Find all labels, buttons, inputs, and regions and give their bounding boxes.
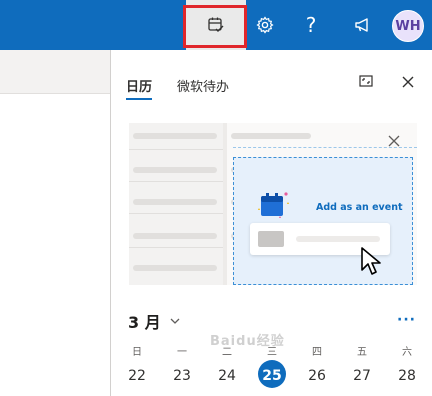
mail-pane [0,50,111,396]
day-cell[interactable]: 26 [300,365,334,387]
tab-calendar[interactable]: 日历 [126,76,152,95]
more-options-button[interactable]: ··· [397,312,416,328]
day-cell-today[interactable]: 25 [255,365,289,387]
settings-button[interactable] [250,0,280,50]
avatar[interactable]: WH [392,10,424,42]
day-cell[interactable]: 24 [210,365,244,387]
active-tab-indicator [126,98,152,100]
weekday-label: 五 [357,347,367,358]
day-cell[interactable]: 28 [390,365,424,387]
weekday-label: 四 [312,347,322,358]
gear-icon [256,16,274,34]
mail-pane-header [0,50,111,94]
illustration-list-column [129,123,223,285]
megaphone-icon [353,16,373,34]
chevron-down-icon[interactable] [169,312,181,331]
cursor-icon [360,246,386,282]
weekday-label: 日 [132,347,142,358]
my-day-button[interactable] [186,0,246,50]
close-icon [401,74,415,93]
drag-to-calendar-illustration: Add as an event [129,123,417,285]
calendar-check-icon [206,15,226,35]
weekday-label: 六 [402,347,412,358]
envelope-icon [258,231,284,247]
day-cell[interactable]: 23 [165,365,199,387]
day-cell[interactable]: 27 [345,365,379,387]
question-icon: ? [305,13,317,37]
month-label[interactable]: 3 月 [128,309,161,333]
watermark: Baidu经验 [210,334,285,349]
calendar-add-icon [258,188,292,226]
tab-todo[interactable]: 微软待办 [177,76,229,95]
event-drop-zone: Add as an event [233,157,413,285]
expand-icon [358,73,374,93]
illustration-close-icon [386,133,402,149]
close-panel-button[interactable] [397,72,419,94]
day-cell[interactable]: 22 [120,365,154,387]
expand-button[interactable] [355,72,377,94]
weekday-label: 一 [177,347,187,358]
help-button[interactable]: ? [296,0,326,50]
add-as-event-label: Add as an event [316,202,403,213]
announcements-button[interactable] [348,0,378,50]
